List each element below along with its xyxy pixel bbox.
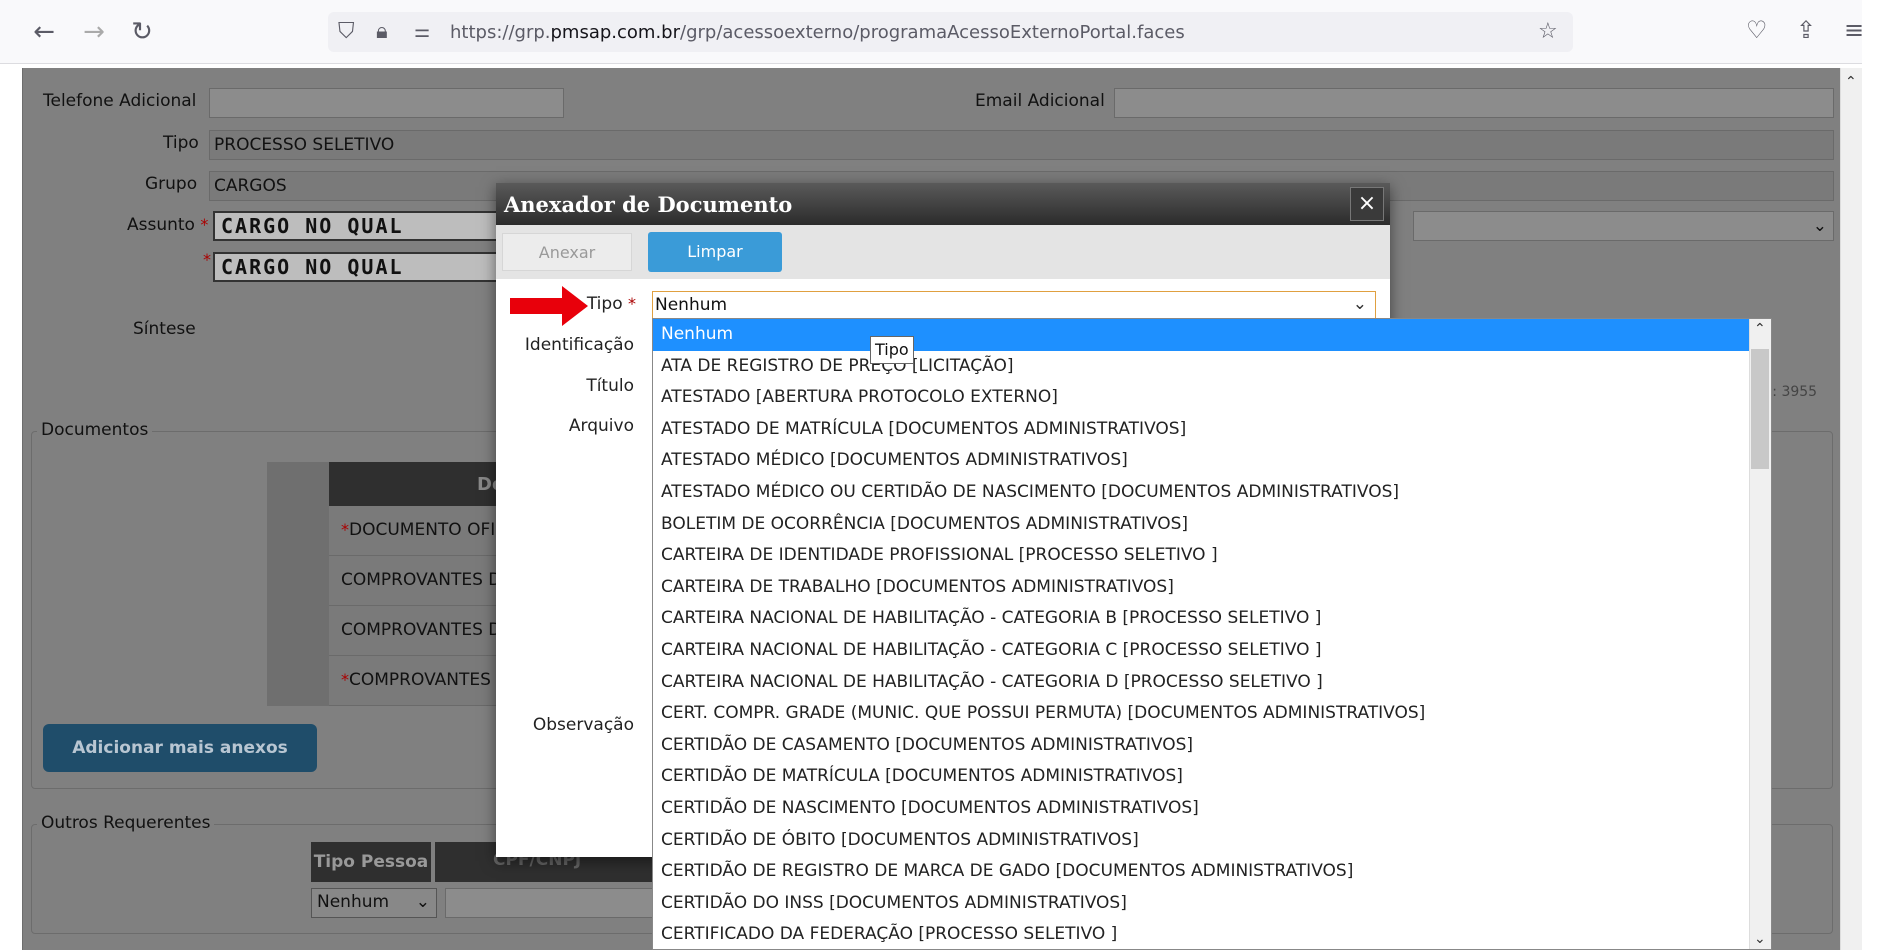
titulo-label: Título [586, 376, 634, 396]
back-icon[interactable]: ← [28, 16, 60, 48]
tipo-field: PROCESSO SELETIVO [209, 130, 1834, 160]
anexar-button[interactable]: Anexar [502, 233, 632, 271]
scroll-up-icon[interactable]: ⌃ [1754, 321, 1766, 337]
assunto-select-tail[interactable]: ⌄ [1413, 211, 1834, 241]
email-label: Email Adicional [975, 91, 1105, 111]
arquivo-label: Arquivo [568, 416, 634, 436]
permissions-icon[interactable]: ⚌ [414, 18, 430, 46]
scroll-down-icon[interactable]: ⌄ [1754, 931, 1766, 947]
tipo-pessoa-select[interactable]: Nenhum ⌄ [311, 888, 437, 918]
sintese-required: * [203, 250, 211, 269]
column-tipo-pessoa: Tipo Pessoa [311, 842, 431, 882]
add-attachments-button[interactable]: Adicionar mais anexos [43, 724, 317, 772]
tipo-dropdown-list[interactable]: Nenhum ATA DE REGISTRO DE PREÇO [LICITAÇÃ… [652, 318, 1772, 950]
scroll-up-icon[interactable]: ⌃ [1845, 74, 1857, 90]
dropdown-scrollbar[interactable]: ⌃ ⌄ [1749, 319, 1771, 949]
dropdown-option[interactable]: ATA DE REGISTRO DE PREÇO [LICITAÇÃO] [653, 351, 1771, 383]
pocket-icon[interactable]: ♡ [1746, 14, 1768, 46]
chevron-down-icon: ⌄ [1352, 294, 1367, 314]
tipo-label: Tipo [163, 133, 199, 153]
tipo-select[interactable]: Nenhum ⌄ [652, 291, 1376, 321]
identificacao-label: Identificação [524, 335, 634, 355]
url-bar[interactable]: ⛉ 🔒︎ ⚌ https://grp.pmsap.com.br/grp/aces… [328, 12, 1573, 52]
dialog-tipo-label: Tipo * [586, 294, 636, 314]
limpar-button[interactable]: Limpar [648, 232, 782, 272]
reload-icon[interactable]: ↻ [126, 16, 158, 48]
sintese-text[interactable]: CARGO NO QUAL [213, 252, 543, 282]
page-scrollbar[interactable]: ⌃ [1840, 68, 1862, 950]
email-input[interactable] [1114, 88, 1834, 118]
dropdown-option[interactable]: CARTEIRA DE TRABALHO [DOCUMENTOS ADMINIS… [653, 572, 1771, 604]
extensions-icon[interactable]: ⇪ [1796, 14, 1816, 46]
dropdown-option[interactable]: CERTIDÃO DE MATRÍCULA [DOCUMENTOS ADMINI… [653, 761, 1771, 793]
cpf-input[interactable] [445, 888, 685, 918]
dropdown-option[interactable]: ATESTADO [ABERTURA PROTOCOLO EXTERNO] [653, 382, 1771, 414]
browser-toolbar: ← → ↻ ⛉ 🔒︎ ⚌ https://grp.pmsap.com.br/gr… [0, 0, 1878, 64]
dialog-title: Anexador de Documento [496, 183, 1390, 225]
char-counter: s: 3955 [1765, 384, 1818, 400]
forward-icon[interactable]: → [78, 16, 110, 48]
outros-legend: Outros Requerentes [37, 813, 215, 833]
grupo-label: Grupo [145, 174, 198, 194]
dropdown-option[interactable]: ATESTADO MÉDICO [DOCUMENTOS ADMINISTRATI… [653, 445, 1771, 477]
dropdown-option[interactable]: CERT. COMPR. GRADE (MUNIC. QUE POSSUI PE… [653, 698, 1771, 730]
shield-icon[interactable]: ⛉ [338, 18, 355, 46]
dropdown-option[interactable]: CERTIDÃO DE ÓBITO [DOCUMENTOS ADMINISTRA… [653, 825, 1771, 857]
dropdown-option[interactable]: CARTEIRA DE IDENTIDADE PROFISSIONAL [PRO… [653, 540, 1771, 572]
document-name: COMPROVANTES D [341, 620, 502, 640]
tipo-tooltip: Tipo [870, 336, 914, 364]
dropdown-items: Nenhum ATA DE REGISTRO DE PREÇO [LICITAÇÃ… [653, 319, 1771, 949]
assunto-select[interactable]: CARGO NO QUAL [213, 211, 543, 241]
dropdown-option[interactable]: CERTIDÃO DO INSS [DOCUMENTOS ADMINISTRAT… [653, 888, 1771, 920]
document-name: COMPROVANTES D [341, 570, 502, 590]
dropdown-option[interactable]: BOLETIM DE OCORRÊNCIA [DOCUMENTOS ADMINI… [653, 509, 1771, 541]
bookmark-star-icon[interactable]: ☆ [1538, 18, 1558, 46]
url-text[interactable]: https://grp.pmsap.com.br/grp/acessoexter… [450, 22, 1185, 43]
document-name: *COMPROVANTES [341, 670, 491, 690]
chevron-down-icon: ⌄ [415, 892, 430, 912]
dialog-toolbar: Anexar Limpar [496, 225, 1390, 279]
document-name: *DOCUMENTO OFI [341, 520, 496, 540]
dropdown-option[interactable]: ATESTADO DE MATRÍCULA [DOCUMENTOS ADMINI… [653, 414, 1771, 446]
chevron-down-icon: ⌄ [1812, 216, 1827, 236]
observacao-label: Observação [532, 715, 634, 735]
documentos-legend: Documentos [37, 420, 153, 440]
telefone-input[interactable] [209, 88, 564, 118]
dropdown-option[interactable]: ATESTADO MÉDICO OU CERTIDÃO DE NASCIMENT… [653, 477, 1771, 509]
telefone-label: Telefone Adicional [43, 91, 197, 111]
lock-icon[interactable]: 🔒︎ [376, 18, 388, 46]
clip-column [267, 462, 329, 706]
window-edge [1862, 0, 1878, 950]
dropdown-option[interactable]: CERTIDÃO DE CASAMENTO [DOCUMENTOS ADMINI… [653, 730, 1771, 762]
dropdown-option[interactable]: CARTEIRA NACIONAL DE HABILITAÇÃO - CATEG… [653, 667, 1771, 699]
dropdown-option[interactable]: CERTIFICADO DA FEDERAÇÃO [PROCESSO SELET… [653, 919, 1771, 949]
dropdown-option[interactable]: CERTIDÃO DE REGISTRO DE MARCA DE GADO [D… [653, 856, 1771, 888]
dropdown-option[interactable]: Nenhum [653, 319, 1771, 351]
dropdown-option[interactable]: CERTIDÃO DE NASCIMENTO [DOCUMENTOS ADMIN… [653, 793, 1771, 825]
dropdown-option[interactable]: CARTEIRA NACIONAL DE HABILITAÇÃO - CATEG… [653, 603, 1771, 635]
close-icon[interactable]: × [1350, 187, 1384, 221]
assunto-label: Assunto * [127, 215, 209, 235]
sintese-label: Síntese [133, 319, 196, 339]
dropdown-option[interactable]: CARTEIRA NACIONAL DE HABILITAÇÃO - CATEG… [653, 635, 1771, 667]
scrollbar-thumb[interactable] [1751, 349, 1769, 469]
